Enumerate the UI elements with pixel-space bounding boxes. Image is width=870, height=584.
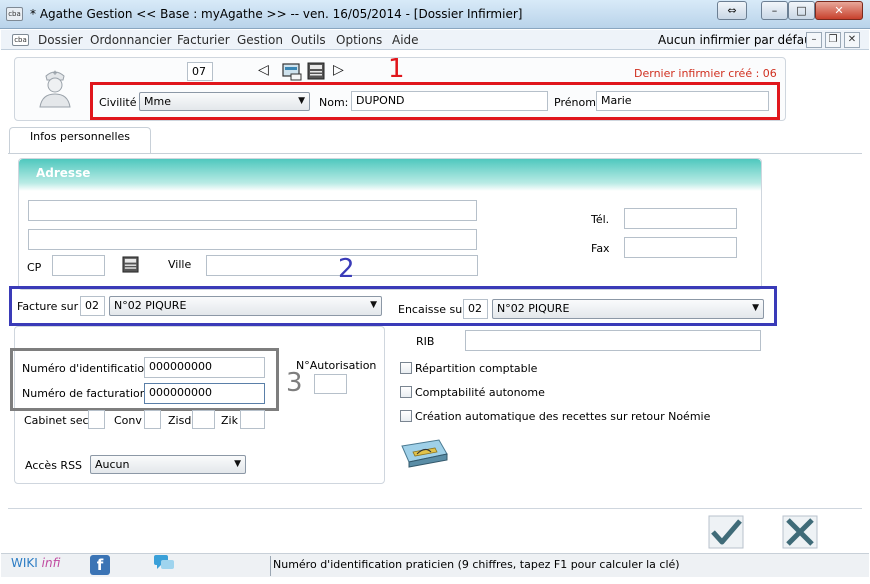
zisd-label: Zisd — [168, 414, 192, 427]
close-button[interactable]: ✕ — [815, 1, 863, 20]
num-ident-field[interactable]: 000000000 — [144, 357, 265, 378]
num-fact-label: Numéro de facturation — [22, 387, 147, 400]
tel-field[interactable] — [624, 208, 737, 229]
fax-label: Fax — [591, 242, 610, 255]
encaisse-sur-label: Encaisse sur — [398, 303, 467, 316]
facture-sur-select[interactable]: N°02 PIQURE ▼ — [109, 296, 382, 316]
cp-field[interactable] — [52, 255, 105, 276]
repartition-label: Répartition comptable — [415, 362, 538, 375]
chevron-down-icon: ▼ — [752, 303, 759, 313]
compta-autonome-checkbox[interactable] — [400, 386, 412, 398]
civilite-value: Mme — [144, 95, 171, 108]
menu-outils[interactable]: Outils — [291, 33, 326, 47]
document-icon[interactable]: cba — [12, 34, 29, 46]
encaisse-sur-select[interactable]: N°02 PIQURE ▼ — [492, 299, 764, 319]
adresse-title: Adresse — [36, 166, 91, 180]
default-nurse-status: Aucun infirmier par défaut — [658, 33, 817, 47]
rib-field[interactable] — [465, 330, 761, 351]
nurse-icon — [39, 70, 71, 108]
calculator-icon[interactable] — [122, 256, 139, 273]
tab-divider — [8, 153, 862, 154]
menu-gestion[interactable]: Gestion — [237, 33, 283, 47]
mdi-close-button[interactable]: ✕ — [844, 32, 860, 48]
facebook-icon[interactable]: f — [90, 555, 110, 575]
acces-rss-value: Aucun — [95, 458, 130, 471]
calculator-icon[interactable] — [307, 62, 325, 80]
next-record-icon[interactable]: ▷ — [333, 62, 344, 78]
annotation-number-3: 3 — [286, 368, 303, 398]
nom-label: Nom: — [319, 96, 349, 109]
num-ident-label: Numéro d'identification — [22, 362, 152, 375]
address-line-1-field[interactable] — [28, 200, 477, 221]
menu-aide[interactable]: Aide — [392, 33, 419, 47]
civilite-label: Civilité — [99, 96, 137, 109]
zisd-field[interactable] — [192, 410, 215, 429]
validate-button[interactable] — [708, 515, 744, 549]
fax-field[interactable] — [624, 237, 737, 258]
app-icon[interactable]: cba — [6, 7, 23, 21]
acces-rss-label: Accès RSS — [25, 459, 83, 472]
nom-field[interactable]: DUPOND — [351, 91, 548, 111]
window-title: * Agathe Gestion << Base : myAgathe >> -… — [30, 7, 523, 21]
chevron-down-icon: ▼ — [298, 96, 305, 106]
card-reader-icon[interactable] — [281, 61, 303, 82]
prenom-label: Prénom — [554, 96, 596, 109]
encaisse-sur-value: N°02 PIQURE — [497, 302, 570, 315]
minimize-button[interactable]: – — [761, 1, 788, 20]
chat-icon[interactable] — [153, 554, 175, 572]
wiki-text: WIKI — [11, 556, 38, 570]
chevron-down-icon: ▼ — [234, 459, 241, 469]
cabinet-sec-field[interactable] — [88, 410, 105, 429]
chevron-down-icon: ▼ — [370, 300, 377, 310]
menu-ordonnancier[interactable]: Ordonnancier — [90, 33, 172, 47]
wiki-suffix: infi — [41, 556, 61, 570]
status-bar: Numéro d'identification praticien (9 chi… — [270, 556, 868, 576]
prenom-field[interactable]: Marie — [596, 91, 769, 111]
mdi-restore-button[interactable]: ❐ — [825, 32, 841, 48]
repartition-checkbox[interactable] — [400, 362, 412, 374]
cancel-button[interactable] — [782, 515, 818, 549]
previous-record-icon[interactable]: ◁ — [258, 62, 269, 78]
creation-auto-label: Création automatique des recettes sur re… — [415, 410, 711, 423]
tel-label: Tél. — [591, 213, 610, 226]
annotation-number-1: 1 — [388, 54, 405, 84]
annotation-number-2: 2 — [338, 254, 355, 284]
scanner-icon[interactable] — [399, 436, 449, 468]
acces-rss-select[interactable]: Aucun ▼ — [90, 455, 246, 474]
tab-infos-personnelles[interactable]: Infos personnelles — [9, 127, 151, 154]
creation-auto-checkbox[interactable] — [400, 410, 412, 422]
facture-sur-value: N°02 PIQURE — [114, 299, 187, 312]
maximize-button[interactable]: □ — [788, 1, 815, 20]
conv-field[interactable] — [144, 410, 161, 429]
menu-options[interactable]: Options — [336, 33, 382, 47]
compta-autonome-label: Comptabilité autonome — [415, 386, 545, 399]
ville-label: Ville — [168, 258, 192, 271]
resize-arrows-button[interactable]: ⇔ — [717, 1, 747, 20]
cabinet-sec-label: Cabinet sec. — [24, 414, 93, 427]
autorisation-field[interactable] — [314, 374, 347, 394]
conv-label: Conv — [114, 414, 142, 427]
record-number-field[interactable]: 07 — [187, 62, 213, 81]
facture-code-field[interactable]: 02 — [80, 296, 105, 316]
autorisation-label: N°Autorisation — [296, 359, 377, 372]
zik-field[interactable] — [240, 410, 265, 429]
mdi-minimize-button[interactable]: – — [806, 32, 822, 48]
rib-label: RIB — [416, 335, 435, 348]
zik-label: Zik — [221, 414, 238, 427]
last-created-info: Dernier infirmier créé : 06 — [634, 67, 777, 80]
menu-dossier[interactable]: Dossier — [38, 33, 83, 47]
wiki-link[interactable]: WIKI infi — [11, 556, 60, 570]
cp-label: CP — [27, 261, 42, 274]
bottom-divider — [8, 508, 862, 509]
address-line-2-field[interactable] — [28, 229, 477, 250]
civilite-select[interactable]: Mme ▼ — [139, 92, 310, 111]
adresse-header — [19, 159, 761, 191]
menu-facturier[interactable]: Facturier — [177, 33, 230, 47]
num-fact-field[interactable]: 000000000 — [144, 383, 265, 404]
facture-sur-label: Facture sur — [17, 300, 79, 313]
encaisse-code-field[interactable]: 02 — [463, 299, 488, 319]
